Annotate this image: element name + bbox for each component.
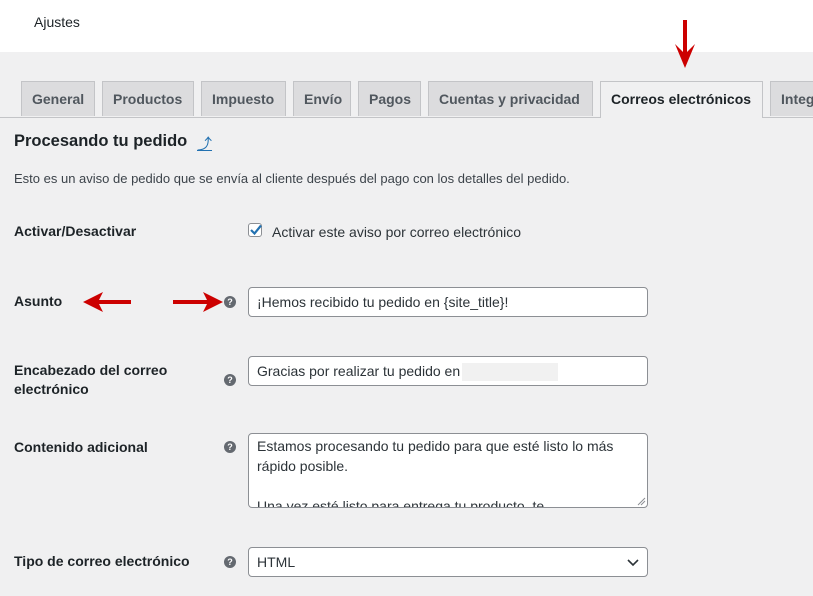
tab-shipping[interactable]: Envío xyxy=(293,81,351,116)
additional-content-textarea[interactable]: Estamos procesando tu pedido para que es… xyxy=(248,433,648,508)
tab-integration[interactable]: Integ xyxy=(770,81,813,116)
email-type-label: Tipo de correo electrónico xyxy=(14,553,190,569)
section-description: Esto es un aviso de pedido que se envía … xyxy=(14,171,570,186)
subject-label: Asunto xyxy=(14,293,63,309)
tab-payments[interactable]: Pagos xyxy=(358,81,421,116)
chevron-down-icon xyxy=(627,559,639,567)
tab-general[interactable]: General xyxy=(21,81,95,116)
email-type-select[interactable]: HTML xyxy=(248,547,648,577)
tab-tax[interactable]: Impuesto xyxy=(201,81,286,116)
up-link-icon[interactable]: ⤴ xyxy=(197,133,212,154)
annotation-arrow-down-icon xyxy=(675,20,695,68)
textarea-line: Estamos procesando tu pedido para que es… xyxy=(257,438,614,454)
textarea-line: rápido posible. xyxy=(257,458,349,474)
enable-checkbox-label[interactable]: Activar este aviso por correo electrónic… xyxy=(272,224,521,240)
additional-content-label: Contenido adicional xyxy=(14,439,148,455)
tab-products[interactable]: Productos xyxy=(102,81,194,116)
enable-label: Activar/Desactivar xyxy=(14,223,137,239)
heading-label: Encabezado del correo electrónico xyxy=(14,362,168,397)
annotation-arrow-right-icon xyxy=(173,292,223,312)
redacted-site-name xyxy=(462,363,559,382)
checkmark-icon xyxy=(250,224,262,236)
heading-help-icon[interactable]: ? xyxy=(224,374,236,386)
resize-handle-icon[interactable] xyxy=(637,497,646,506)
section-title: Procesando tu pedido xyxy=(14,132,188,150)
email-type-selected-value: HTML xyxy=(257,554,296,570)
subject-help-icon[interactable]: ? xyxy=(224,296,236,308)
additional-content-help-icon[interactable]: ? xyxy=(224,441,236,453)
heading-input[interactable]: Gracias por realizar tu pedido en xyxy=(248,356,648,386)
email-type-help-icon[interactable]: ? xyxy=(224,556,236,568)
enable-checkbox[interactable] xyxy=(248,223,262,237)
tab-accounts-privacy[interactable]: Cuentas y privacidad xyxy=(428,81,593,116)
heading-input-value: Gracias por realizar tu pedido en xyxy=(257,363,461,379)
settings-tabs: General Productos Impuesto Envío Pagos C… xyxy=(0,80,813,118)
tab-emails[interactable]: Correos electrónicos xyxy=(600,81,763,118)
subject-input[interactable]: ¡Hemos recibido tu pedido en {site_title… xyxy=(248,287,648,317)
textarea-line: Una vez esté listo para entrega tu produ… xyxy=(257,498,545,508)
textarea-line xyxy=(257,476,639,496)
page-title: Ajustes xyxy=(34,14,80,30)
annotation-arrow-left-icon xyxy=(83,292,131,312)
